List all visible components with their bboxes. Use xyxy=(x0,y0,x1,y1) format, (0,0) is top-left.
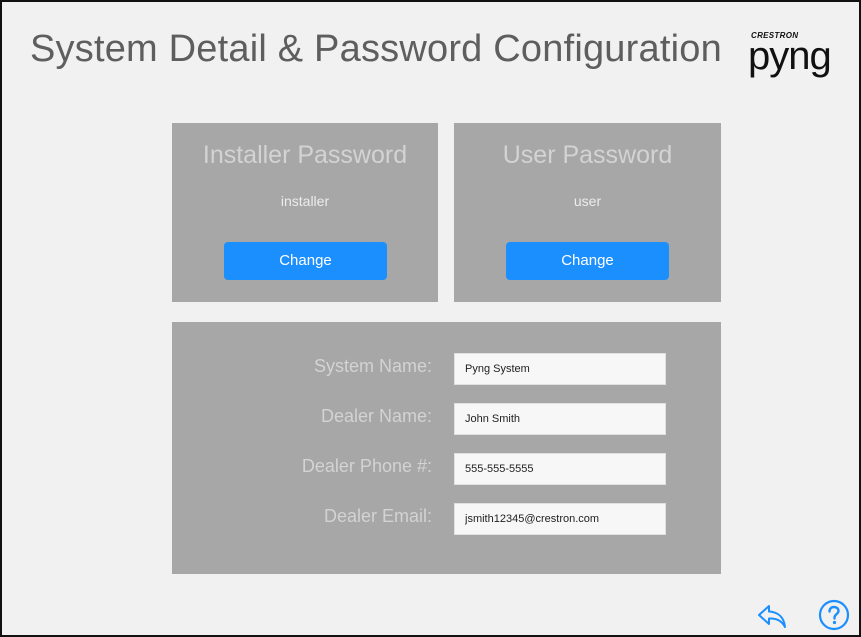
system-name-label: System Name: xyxy=(313,356,432,376)
back-arrow-icon[interactable] xyxy=(756,602,788,630)
user-password-panel: User Password user Change xyxy=(454,123,721,302)
dealer-email-label: Dealer Email: xyxy=(323,506,432,526)
user-password-heading: User Password xyxy=(502,141,673,169)
dealer-email-row: Dealer Email: xyxy=(172,503,721,535)
dealer-email-field[interactable] xyxy=(454,503,666,535)
help-icon[interactable] xyxy=(818,599,850,631)
installer-password-value: installer xyxy=(280,193,330,209)
page-title: System Detail & Password Configuration xyxy=(30,28,722,70)
system-details-panel: System Name: Dealer Name: Dealer Phone #… xyxy=(172,322,721,574)
dealer-phone-row: Dealer Phone #: xyxy=(172,453,721,485)
crestron-pyng-logo: CRESTRON pyng xyxy=(748,24,848,84)
system-name-row: System Name: xyxy=(172,353,721,385)
installer-password-heading: Installer Password xyxy=(202,141,408,169)
screen: System Detail & Password Configuration C… xyxy=(0,0,861,637)
user-password-value: user xyxy=(573,193,602,209)
change-installer-password-button[interactable]: Change xyxy=(224,242,387,280)
installer-password-panel: Installer Password installer Change xyxy=(172,123,438,302)
dealer-phone-field[interactable] xyxy=(454,453,666,485)
dealer-name-row: Dealer Name: xyxy=(172,403,721,435)
system-name-field[interactable] xyxy=(454,353,666,385)
logo-word-text: pyng xyxy=(748,34,832,78)
change-user-password-button[interactable]: Change xyxy=(506,242,669,280)
dealer-phone-label: Dealer Phone #: xyxy=(301,456,432,476)
dealer-name-field[interactable] xyxy=(454,403,666,435)
dealer-name-label: Dealer Name: xyxy=(320,406,432,426)
